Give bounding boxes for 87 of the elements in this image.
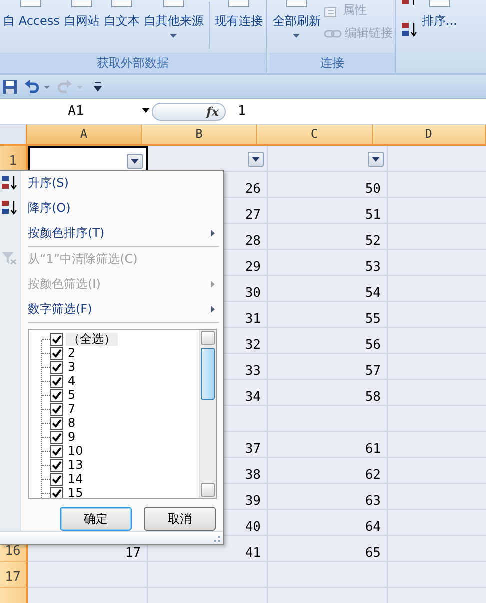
document-icon [68,0,95,8]
checkbox[interactable] [50,416,63,430]
list-item[interactable]: 4 [66,374,78,388]
table-cell: 54 [268,276,388,302]
checkbox[interactable] [50,472,63,486]
document-icon [284,0,310,8]
resize-grip-icon[interactable] [213,535,221,543]
checkbox[interactable] [50,346,63,360]
ribbon-button[interactable]: 自其他来源 [142,0,205,53]
save-icon[interactable] [2,78,18,94]
table-cell: 63 [268,484,388,510]
sort-descending-icon [400,22,419,38]
table-cell: 52 [268,224,388,250]
list-item[interactable]: 2 [66,346,78,360]
row-header[interactable]: 17 [0,562,28,588]
ribbon-button[interactable]: 全部刷新 [272,0,322,53]
checkbox[interactable] [50,402,63,416]
submenu-arrow-icon [211,230,215,237]
undo-icon[interactable] [24,78,40,94]
table-cell: 53 [268,250,388,276]
column-header[interactable]: A [26,125,142,144]
checkbox[interactable] [50,388,63,402]
checkbox[interactable] [50,374,63,388]
funnel-icon [1,251,17,265]
table-cell: 58 [268,380,388,406]
checkbox[interactable] [50,486,63,498]
group-label: 获取外部数据 [0,53,266,73]
list-item[interactable]: 7 [66,402,78,416]
filter-dropdown-button[interactable] [368,152,384,167]
filter-dropdown-button[interactable] [248,152,264,167]
checkbox[interactable] [50,332,63,346]
table-cell: 56 [268,328,388,354]
list-item[interactable]: 10 [66,444,86,458]
dialog-button[interactable]: 确定 [60,507,132,531]
dropdown-arrow-icon [131,159,139,164]
table-cell: 57 [268,354,388,380]
row-header[interactable]: 1 [0,146,28,172]
document-icon [18,0,44,8]
list-item[interactable]: 3 [66,360,78,374]
dropdown-arrow-icon [170,34,178,38]
formula-field[interactable]: 1 [238,104,246,119]
document-icon [108,0,135,8]
scrollbar[interactable] [199,330,216,498]
column-header[interactable]: B [142,125,258,144]
list-item[interactable]: 5 [66,388,78,402]
table-cell: 62 [268,458,388,484]
ribbon-button[interactable]: 自文本 [102,0,141,53]
filter-dropdown-button[interactable] [127,154,143,169]
checkbox[interactable] [50,444,63,458]
list-item[interactable]: 13 [66,458,86,472]
table-cell: 65 [268,536,388,562]
sort-descending-icon [1,200,19,216]
document-icon [160,0,187,8]
document-icon [426,0,453,8]
column-header[interactable]: D [372,125,486,144]
value-list[interactable]: （全选） 2 3 4 5 7 8 9 10 13 14 15 [28,329,217,499]
dropdown-arrow-icon[interactable] [142,108,150,113]
dropdown-arrow-icon [293,34,300,38]
name-box[interactable]: A1 [0,99,152,124]
ribbon-button[interactable]: 自 Access [2,0,61,53]
table-cell: 55 [268,302,388,328]
ribbon-button[interactable]: 自网站 [62,0,101,53]
chain-link-icon [324,28,342,38]
dropdown-arrow-icon [252,157,260,162]
submenu-arrow-icon [211,306,215,313]
table-cell: 64 [268,510,388,536]
dialog-button[interactable]: 取消 [144,507,216,531]
ribbon-button[interactable]: 排序... [420,0,458,53]
list-item[interactable]: 8 [66,416,78,430]
submenu-arrow-icon [211,281,215,288]
list-item[interactable]: （全选） [66,332,118,346]
table-cell: 50 [268,172,388,198]
column-header[interactable]: C [257,125,373,144]
insert-function-button[interactable]: fx [152,102,226,120]
checkbox[interactable] [50,430,63,444]
table-cell: 51 [268,198,388,224]
list-item[interactable]: 9 [66,430,78,444]
checkbox[interactable] [50,458,63,472]
sort-ascending-icon [1,175,19,191]
ribbon-button[interactable]: 现有连接 [214,0,264,53]
dropdown-arrow-icon [372,157,380,162]
document-icon [226,0,252,8]
table-cell: 61 [268,432,388,458]
checkbox[interactable] [50,360,63,374]
group-label: 连接 [270,53,395,73]
list-item[interactable]: 14 [66,472,86,486]
list-item[interactable]: 15 [66,486,86,498]
